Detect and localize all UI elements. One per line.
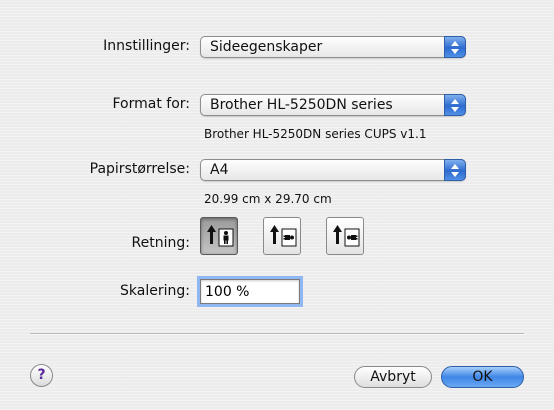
paper-dimensions: 20.99 cm x 29.70 cm xyxy=(204,192,332,206)
settings-popup-value: Sideegenskaper xyxy=(210,39,323,55)
format-for-popup[interactable]: Brother HL-5250DN series xyxy=(200,94,466,116)
paper-size-label: Papirstørrelse: xyxy=(89,161,190,177)
landscape-right-orientation-icon xyxy=(333,225,360,247)
page-setup-dialog: Innstillinger: Sideegenskaper Format for… xyxy=(0,0,554,410)
popup-arrows-icon xyxy=(444,94,466,116)
settings-popup[interactable]: Sideegenskaper xyxy=(200,36,466,58)
cancel-button[interactable]: Avbryt xyxy=(354,366,432,388)
orientation-landscape-right-button[interactable] xyxy=(326,217,364,255)
ok-button[interactable]: OK xyxy=(441,366,524,388)
landscape-left-orientation-icon xyxy=(270,225,297,247)
popup-arrows-icon xyxy=(444,159,466,181)
divider xyxy=(30,333,524,335)
scaling-input[interactable] xyxy=(200,279,300,304)
paper-size-popup-value: A4 xyxy=(210,162,229,178)
portrait-orientation-icon xyxy=(207,225,234,247)
orientation-label: Retning: xyxy=(131,235,190,251)
settings-label: Innstillinger: xyxy=(103,38,190,54)
scaling-label: Skalering: xyxy=(120,283,190,299)
popup-arrows-icon xyxy=(444,36,466,58)
help-button[interactable]: ? xyxy=(30,364,53,387)
format-for-popup-value: Brother HL-5250DN series xyxy=(210,97,393,113)
format-for-label: Format for: xyxy=(112,96,190,112)
orientation-portrait-button[interactable] xyxy=(200,217,238,255)
printer-driver-info: Brother HL-5250DN series CUPS v1.1 xyxy=(204,127,427,141)
paper-size-popup[interactable]: A4 xyxy=(200,159,466,181)
orientation-landscape-left-button[interactable] xyxy=(263,217,301,255)
